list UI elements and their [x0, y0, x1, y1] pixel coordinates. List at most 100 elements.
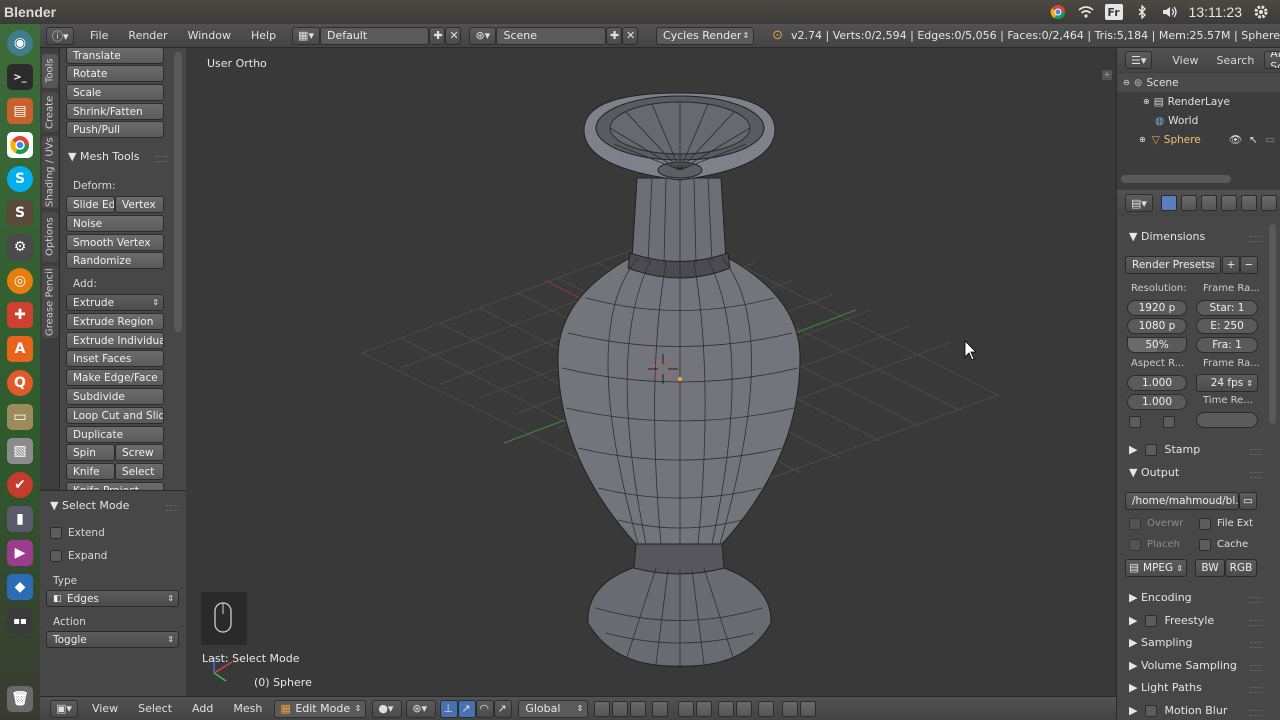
vertex-select-icon[interactable] [594, 700, 611, 717]
scene-field[interactable]: Scene [496, 26, 606, 45]
dimensions-panel-header[interactable]: ▼ Dimensions [1129, 230, 1205, 243]
tab-options[interactable]: Options [42, 212, 58, 262]
blender-icon[interactable]: ◎ [7, 268, 33, 294]
render-presets-dropdown[interactable]: Render Presets ⇕ [1125, 256, 1221, 274]
menu-add[interactable]: Add [182, 702, 223, 715]
media-icon[interactable]: ▶ [7, 540, 33, 566]
panel-grip-icon[interactable] [1250, 642, 1262, 648]
type-dropdown[interactable]: ◧ Edges ⇕ [46, 590, 179, 607]
extrude-dropdown[interactable]: Extrude ⇕ [66, 294, 164, 311]
volume-sampling-panel-header[interactable]: ▶ Volume Sampling [1129, 659, 1237, 672]
outliner-view-menu[interactable]: View [1172, 54, 1198, 67]
aspect-y-field[interactable]: 1.000 [1127, 394, 1187, 410]
mesh-tools-panel-header[interactable]: ▼ Mesh Tools [68, 150, 140, 163]
outliner-item-renderlayers[interactable]: ⊕ ▤ RenderLaye [1117, 92, 1280, 111]
duplicate-button[interactable]: Duplicate [66, 426, 164, 443]
dash-icon[interactable]: ◉ [7, 30, 33, 56]
menu-window[interactable]: Window [178, 29, 241, 42]
knife-project-button[interactable]: Knife Project [66, 482, 164, 490]
volume-icon[interactable] [1161, 4, 1179, 20]
border-checkbox[interactable] [1129, 416, 1141, 428]
3d-viewport[interactable]: User Ortho + Last: Select Mode (0) Spher… [186, 48, 1116, 696]
settings-icon[interactable]: ⚙ [7, 234, 33, 260]
action-dropdown[interactable]: Toggle ⇕ [46, 631, 179, 648]
knife-select-button[interactable]: Select [115, 463, 164, 480]
scene-icon[interactable]: ⊛▾ [469, 26, 497, 45]
folder-browse-icon[interactable]: ▭ [1239, 492, 1257, 510]
editor-type-outliner-icon[interactable]: ☰▾ [1125, 51, 1153, 69]
encoding-panel-header[interactable]: ▶ Encoding [1129, 591, 1192, 604]
panel-grip-icon[interactable] [156, 156, 168, 162]
proportional-editing-icon[interactable] [678, 700, 695, 717]
occlude-geometry-icon[interactable] [652, 700, 669, 717]
remove-layout-icon[interactable]: ✕ [445, 26, 462, 45]
eye-visibility-icon[interactable]: 👁 [1229, 133, 1242, 146]
mode-select[interactable]: ▦ Edit Mode ⇕ [274, 699, 367, 718]
outliner-item-sphere[interactable]: ⊕ ▽ Sphere 👁 ↖ ▭ [1117, 130, 1280, 149]
menu-file[interactable]: File [80, 29, 118, 42]
smooth-vertex-button[interactable]: Smooth Vertex [66, 234, 164, 251]
clock[interactable]: 13:11:23 [1189, 4, 1242, 20]
expand-icon[interactable]: ⊖ [1123, 78, 1130, 87]
panel-grip-icon[interactable] [1250, 236, 1262, 242]
proportional-falloff-icon[interactable] [696, 700, 713, 717]
menu-select[interactable]: Select [128, 702, 182, 715]
snap-element-icon[interactable] [736, 700, 753, 717]
panel-grip-icon[interactable] [1250, 472, 1262, 478]
time-remap-fields[interactable] [1196, 412, 1258, 428]
slide-edge-button[interactable]: Slide Ed [66, 196, 115, 213]
translate-manipulator-icon[interactable]: ↗ [458, 699, 477, 718]
image-viewer-icon[interactable]: ▧ [7, 438, 33, 464]
motion-blur-panel-header[interactable]: ▶ Motion Blur [1129, 704, 1227, 717]
panel-grip-icon[interactable] [1250, 449, 1262, 455]
spin-button[interactable]: Spin [66, 444, 115, 461]
panel-grip-icon[interactable] [1250, 665, 1262, 671]
panel-grip-icon[interactable] [1250, 620, 1262, 626]
add-preset-icon[interactable]: + [1222, 256, 1240, 274]
overwrite-checkbox[interactable] [1129, 518, 1141, 530]
translate-button[interactable]: Translate [66, 48, 164, 64]
rotate-button[interactable]: Rotate [66, 65, 164, 82]
freestyle-checkbox[interactable] [1144, 615, 1157, 627]
scale-button[interactable]: Scale [66, 84, 164, 101]
expand-checkbox[interactable] [50, 550, 62, 562]
cache-checkbox[interactable] [1199, 539, 1211, 551]
frame-step-field[interactable]: Fra: 1 [1196, 337, 1258, 353]
files-icon[interactable]: ▤ [7, 98, 33, 124]
editor-type-3dview-icon[interactable]: ▣▾ [50, 699, 78, 718]
frame-end-field[interactable]: E: 250 [1196, 318, 1258, 334]
file-format-dropdown[interactable]: ▤ MPEG ⇕ [1125, 559, 1187, 577]
panel-grip-icon[interactable] [1250, 710, 1262, 716]
panel-grip-icon[interactable] [1250, 687, 1262, 693]
constraints-tab-icon[interactable] [1261, 195, 1277, 211]
monitor-icon[interactable]: ▮ [7, 506, 33, 532]
tool-shelf-scrollbar[interactable] [174, 52, 182, 332]
panel-grip-icon[interactable] [1250, 597, 1262, 603]
render-camera-icon[interactable]: ▭ [1265, 134, 1275, 146]
operator-panel-header[interactable]: ▼ Select Mode [50, 499, 129, 512]
outliner-search-menu[interactable]: Search [1217, 54, 1255, 67]
tab-create[interactable]: Create [42, 92, 58, 132]
trash-icon[interactable]: 🗑 [7, 686, 33, 712]
motion-blur-checkbox[interactable] [1144, 705, 1157, 717]
randomize-button[interactable]: Randomize [66, 252, 164, 269]
resolution-y-field[interactable]: 1080 p [1127, 318, 1187, 334]
resolution-x-field[interactable]: 1920 p [1127, 300, 1187, 316]
render-still-icon[interactable] [782, 700, 799, 717]
outliner-scrollbar[interactable] [1121, 175, 1231, 183]
wifi-icon[interactable] [1077, 4, 1095, 20]
expand-icon[interactable]: ⊕ [1143, 97, 1150, 106]
knife-button[interactable]: Knife [66, 463, 115, 480]
screw-button[interactable]: Screw [115, 444, 164, 461]
tools-icon[interactable]: ✚ [7, 302, 33, 328]
scene-tab-icon[interactable] [1201, 195, 1217, 211]
light-paths-panel-header[interactable]: ▶ Light Paths [1129, 681, 1202, 694]
slide-vertex-button[interactable]: Vertex [115, 196, 164, 213]
extrude-individual-button[interactable]: Extrude Individual [66, 332, 164, 349]
add-layout-icon[interactable]: ✚ [429, 26, 446, 45]
world-tab-icon[interactable] [1221, 195, 1237, 211]
panel-grip-icon[interactable] [166, 505, 178, 511]
render-engine-select[interactable]: Cycles Render ⇕ [655, 26, 755, 45]
outliner-item-world[interactable]: ◍ World [1117, 111, 1280, 130]
placeholders-checkbox[interactable] [1129, 539, 1141, 551]
